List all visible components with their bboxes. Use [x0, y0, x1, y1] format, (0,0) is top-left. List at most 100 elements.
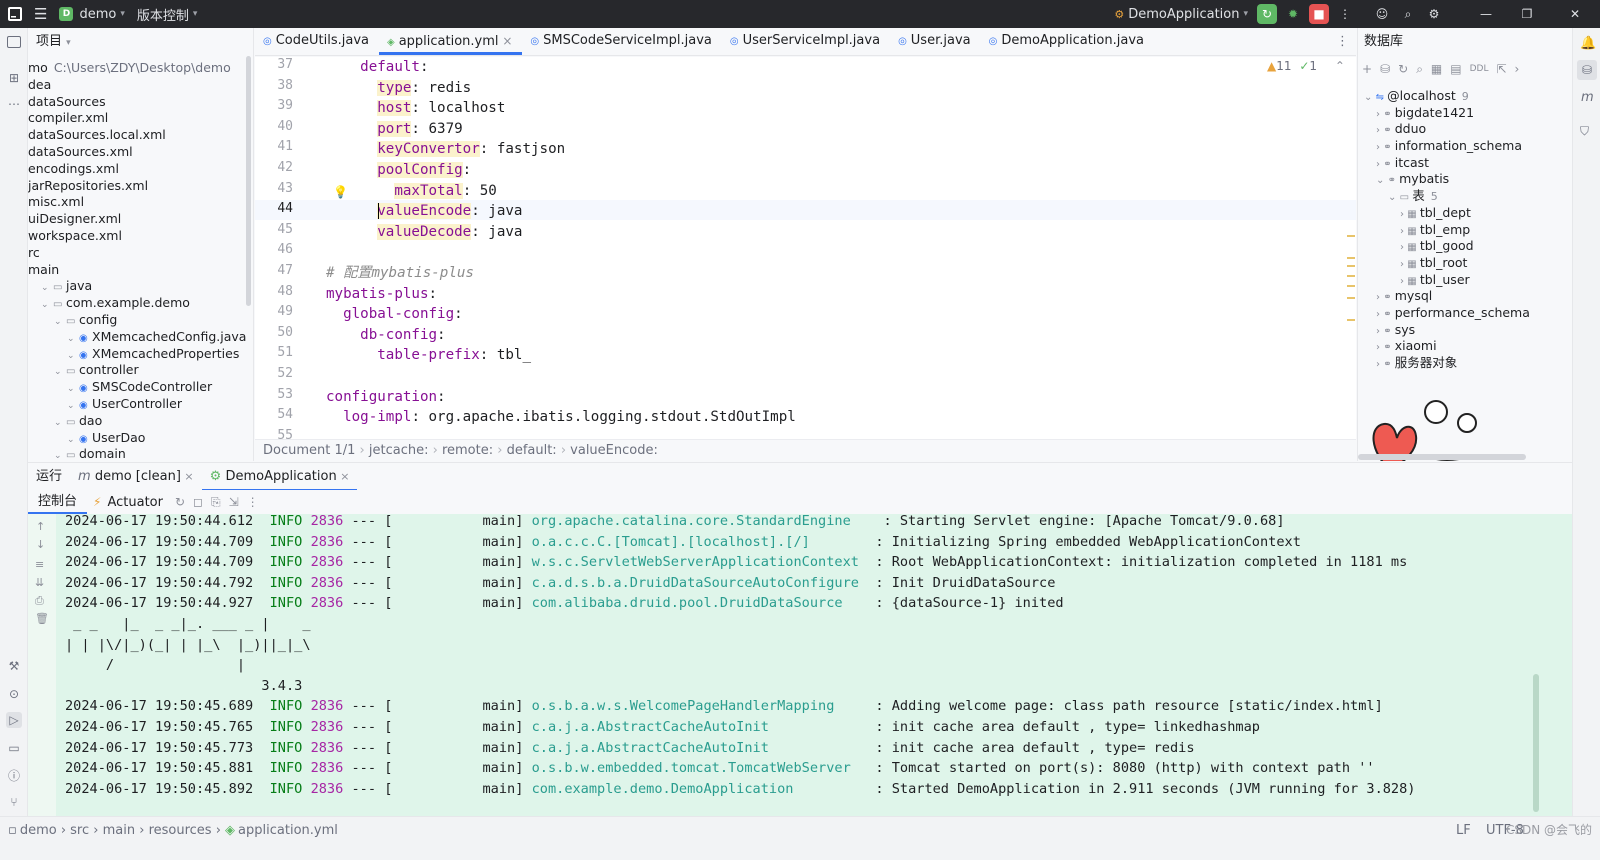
db-tree-row[interactable]: › ⚭ dduo: [1358, 121, 1572, 138]
rerun-button[interactable]: ↻: [1257, 4, 1277, 24]
breadcrumb-item[interactable]: jetcache:: [369, 443, 429, 458]
table-icon[interactable]: ▦: [1431, 62, 1442, 76]
project-panel-header[interactable]: 项目 ▾: [28, 28, 253, 56]
close-tab-icon[interactable]: ×: [181, 470, 193, 483]
tab-userserviceimpl-java[interactable]: ◎ UserServiceImpl.java: [722, 27, 890, 55]
actuator-tab[interactable]: Actuator: [107, 495, 163, 510]
account-icon[interactable]: ☺: [1372, 4, 1392, 24]
db-tree-row[interactable]: › ⚭ sys: [1358, 322, 1572, 339]
close-tab-icon[interactable]: ×: [499, 34, 512, 48]
refresh-icon[interactable]: ↻: [1398, 62, 1408, 76]
code-line[interactable]: keyConvertor: fastjson: [326, 139, 565, 160]
db-tree-row[interactable]: ⌄ ▭ 表5: [1358, 188, 1572, 205]
code-line[interactable]: log-impl: org.apache.ibatis.logging.stdo…: [326, 407, 796, 428]
db-tree-row[interactable]: › ▦ tbl_good: [1358, 238, 1572, 255]
line-separator[interactable]: LF: [1456, 817, 1471, 844]
chevron-right-icon[interactable]: ›: [1515, 62, 1520, 76]
soft-wrap-icon[interactable]: ≡: [35, 558, 44, 571]
code-line[interactable]: default:: [326, 57, 428, 78]
breadcrumb-item[interactable]: default:: [507, 443, 557, 458]
grid-icon[interactable]: ▤: [1450, 62, 1461, 76]
close-icon[interactable]: ✕: [1553, 4, 1597, 24]
path-segment[interactable]: src: [70, 823, 89, 838]
print-icon[interactable]: ⎙: [35, 594, 44, 608]
code-line[interactable]: valueDecode: java: [326, 222, 522, 243]
run-config-selector[interactable]: ⚙ DemoApplication ▾: [1108, 0, 1254, 28]
editor-scroll-marks[interactable]: [1345, 57, 1356, 439]
more-actions-icon[interactable]: ⋮: [1335, 4, 1355, 24]
tab-demoapplication-java[interactable]: ◎ DemoApplication.java: [981, 27, 1154, 55]
console-actions[interactable]: ↻◻⎘⇲⋮: [175, 495, 267, 510]
db-tree-row[interactable]: ⌄ ⇋ @localhost 9: [1358, 88, 1572, 105]
more-tools-icon[interactable]: ⋯: [6, 96, 22, 112]
maximize-icon[interactable]: ❐: [1507, 4, 1547, 24]
console-scrollbar[interactable]: [1533, 674, 1539, 812]
db-tree-row[interactable]: › ⚭ xiaomi: [1358, 338, 1572, 355]
code-line[interactable]: host: localhost: [326, 98, 505, 119]
tree-row[interactable]: ⌄ ◉ XMemcachedProperties: [28, 346, 253, 363]
tree-row[interactable]: ⌄ ▭ controller: [28, 362, 253, 379]
tree-row[interactable]: ⌄ ◉ XMemcachedConfig.java: [28, 329, 253, 346]
db-horizontal-scrollbar[interactable]: [1358, 454, 1526, 460]
terminal-icon[interactable]: ▭: [6, 740, 22, 756]
chevron-down-icon[interactable]: ⌄: [1376, 175, 1388, 186]
code-line[interactable]: valueEncode: java: [326, 201, 522, 222]
filter-icon[interactable]: ⌕: [1416, 62, 1423, 77]
tree-row[interactable]: ⌄ ▭ config: [28, 312, 253, 329]
code-line[interactable]: configuration:: [326, 387, 446, 408]
tree-row[interactable]: encodings.xml: [28, 161, 253, 178]
tab-application-yml[interactable]: ◈ application.yml ×: [379, 27, 523, 55]
problems-icon[interactable]: ⓘ: [6, 768, 22, 784]
search-icon[interactable]: ⌕: [1398, 4, 1418, 24]
run-tab[interactable]: ⚙ DemoApplication ×: [201, 463, 358, 491]
maven-icon[interactable]: m: [1581, 90, 1594, 105]
run-tab[interactable]: m demo [clean] ×: [70, 463, 202, 491]
project-scrollbar[interactable]: [246, 56, 251, 306]
chevron-up-icon[interactable]: ⌃: [1335, 59, 1345, 73]
tab-overflow-icon[interactable]: ⋮: [1336, 34, 1349, 49]
tab-smscodeserviceimpl-java[interactable]: ◎ SMSCodeServiceImpl.java: [522, 27, 722, 55]
db-tree-row[interactable]: › ▦ tbl_user: [1358, 272, 1572, 289]
close-tab-icon[interactable]: ×: [337, 470, 349, 483]
datasource-icon[interactable]: ⛁: [1380, 62, 1390, 76]
main-menu-icon[interactable]: ☰: [28, 0, 53, 28]
chevron-down-icon[interactable]: ⌄: [54, 448, 66, 461]
project-folder-icon[interactable]: [7, 36, 21, 48]
db-tree-row[interactable]: › ⚭ 服务器对象: [1358, 355, 1572, 372]
notifications-icon[interactable]: 🔔: [1580, 36, 1596, 51]
db-tree-row[interactable]: › ▦ tbl_root: [1358, 255, 1572, 272]
tree-row[interactable]: misc.xml: [28, 194, 253, 211]
app-logo-icon[interactable]: [0, 0, 28, 28]
tree-row[interactable]: uiDesigner.xml: [28, 211, 253, 228]
tree-row[interactable]: compiler.xml: [28, 110, 253, 127]
breadcrumb-item[interactable]: remote:: [442, 443, 493, 458]
run-tool-icon[interactable]: ▷: [6, 712, 22, 728]
path-segment[interactable]: demo: [20, 823, 57, 838]
code-line[interactable]: port: 6379: [326, 119, 463, 140]
code-line[interactable]: poolConfig:: [326, 160, 471, 181]
settings-gear-icon[interactable]: ⚙: [1424, 4, 1444, 24]
db-tree-row[interactable]: › ▦ tbl_emp: [1358, 222, 1572, 239]
inspection-widget[interactable]: ▲11 ✓1 ⌃ ⌄: [1267, 59, 1356, 73]
tab-user-java[interactable]: ◎ User.java: [890, 27, 981, 55]
code-line[interactable]: table-prefix: tbl_: [326, 345, 531, 366]
tree-row[interactable]: dataSources.xml: [28, 144, 253, 161]
tree-row[interactable]: dataSources: [28, 94, 253, 111]
tree-row[interactable]: main: [28, 262, 253, 279]
db-tree-row[interactable]: › ⚭ mysql: [1358, 288, 1572, 305]
tree-row[interactable]: mo C:\Users\ZDY\Desktop\demo: [28, 60, 253, 77]
tree-row[interactable]: jarRepositories.xml: [28, 178, 253, 195]
breadcrumb-item[interactable]: valueEncode:: [570, 443, 658, 458]
build-icon[interactable]: ⚒: [6, 658, 22, 674]
scroll-down-icon[interactable]: ↓: [36, 538, 45, 551]
tree-row[interactable]: dea: [28, 77, 253, 94]
db-tree-row[interactable]: › ⚭ itcast: [1358, 155, 1572, 172]
db-tree-row[interactable]: › ⚭ information_schema: [1358, 138, 1572, 155]
tab-codeutils-java[interactable]: ◎ CodeUtils.java: [255, 27, 379, 55]
vcs-menu[interactable]: 版本控制 ▾: [131, 0, 204, 28]
security-shield-icon[interactable]: ⛉: [1580, 124, 1589, 139]
tree-row[interactable]: ⌄ ◉ UserDao: [28, 430, 253, 447]
debug-icon[interactable]: ✹: [1283, 4, 1303, 24]
tree-row[interactable]: rc: [28, 245, 253, 262]
path-segment[interactable]: resources: [149, 823, 212, 838]
